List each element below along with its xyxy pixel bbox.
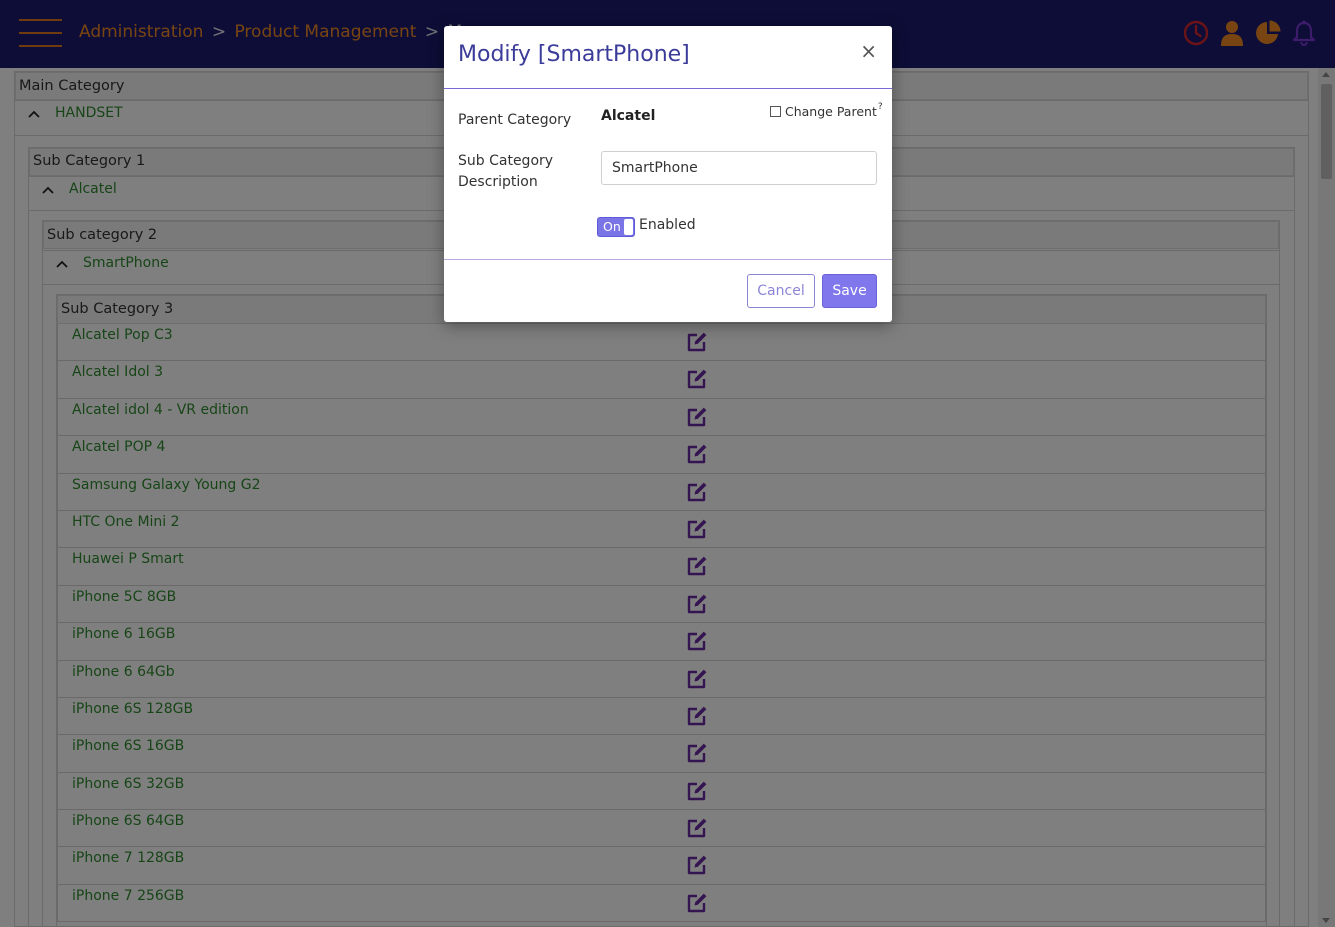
- close-icon[interactable]: ×: [860, 41, 877, 61]
- save-button[interactable]: Save: [822, 274, 877, 308]
- sub-category-label-line2: Description: [458, 174, 538, 190]
- change-parent-label: Change Parent: [785, 104, 877, 119]
- sub-category-label-line1: Sub Category: [458, 153, 554, 169]
- toggle-knob[interactable]: [624, 219, 633, 235]
- cancel-button[interactable]: Cancel: [747, 274, 815, 308]
- sub-category-description-label: Sub Category Description: [458, 151, 553, 193]
- modal-header: Modify [SmartPhone] ×: [444, 26, 892, 89]
- checkbox-icon[interactable]: [770, 106, 781, 117]
- sub-category-description-input[interactable]: [601, 151, 877, 185]
- enabled-label: Enabled: [639, 217, 696, 233]
- modal-footer-divider: [444, 259, 892, 260]
- toggle-on-label: On: [603, 219, 621, 234]
- enabled-toggle[interactable]: On: [597, 217, 635, 237]
- change-parent-checkbox[interactable]: Change Parent ?: [770, 102, 883, 119]
- modify-category-dialog: Modify [SmartPhone] × Parent Category Al…: [444, 26, 892, 322]
- parent-category-label: Parent Category: [458, 112, 572, 128]
- modal-title: Modify [SmartPhone]: [458, 42, 690, 67]
- help-icon[interactable]: ?: [878, 102, 883, 112]
- parent-category-value: Alcatel: [601, 108, 656, 124]
